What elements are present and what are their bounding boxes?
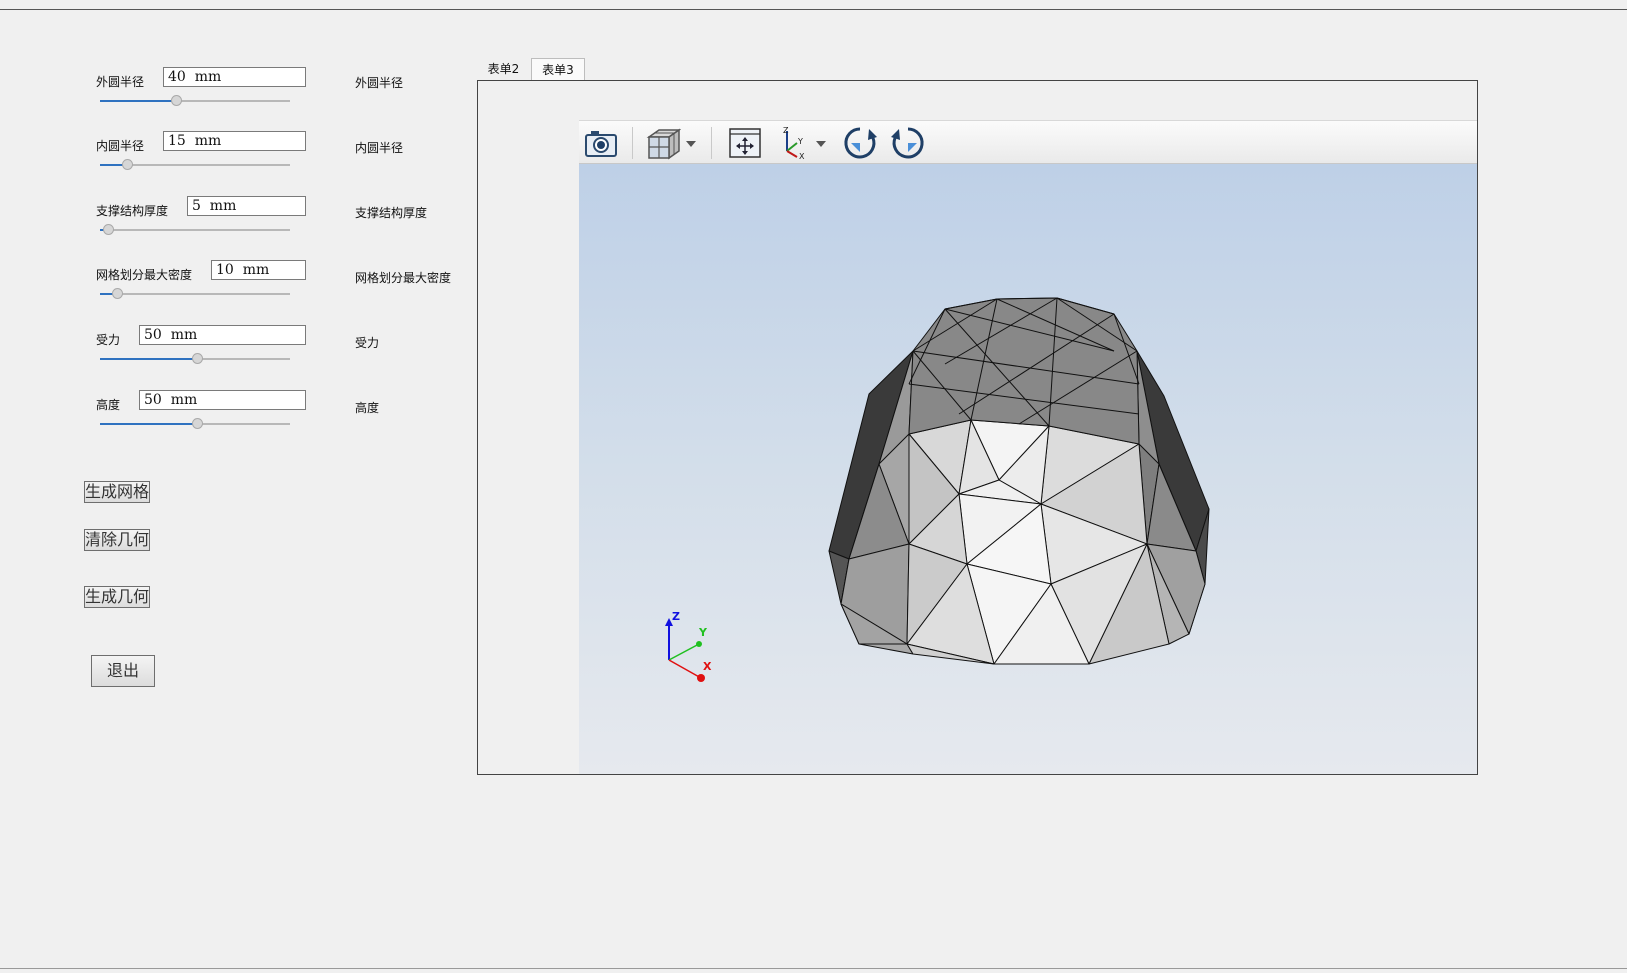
param-label: 高度 [96,398,121,412]
3d-viewer[interactable]: Z Y X Z Y X [579,120,1477,774]
side-label-outer-radius: 外圆半径 [355,76,404,90]
mesh-density-input[interactable]: 10 mm [211,260,306,280]
support-thickness-slider[interactable] [100,224,290,236]
3d-canvas[interactable]: Z Y X [579,164,1477,774]
height-input[interactable]: 50 mm [139,390,306,410]
param-row-force: 受力 50 mm [96,325,306,367]
svg-text:X: X [799,152,805,161]
rotate-counterclockwise-icon[interactable] [890,125,926,165]
tab-form3[interactable]: 表单3 [531,58,585,80]
height-slider[interactable] [100,418,290,430]
side-label-mesh-density: 网格划分最大密度 [355,271,452,285]
inner-radius-input[interactable]: 15 mm [163,131,306,151]
side-label-support-thickness: 支撑结构厚度 [355,206,428,220]
param-label: 支撑结构厚度 [96,204,169,218]
view-cube-icon[interactable] [645,125,682,165]
param-row-inner-radius: 内圆半径 15 mm [96,131,306,173]
param-label: 外圆半径 [96,75,145,89]
toolbar-separator [711,127,712,159]
generate-geometry-button[interactable]: 生成几何 [84,586,150,608]
camera-icon[interactable] [583,125,619,165]
clear-geometry-button[interactable]: 清除几何 [84,529,150,551]
rotate-clockwise-icon[interactable] [842,125,878,165]
exit-button[interactable]: 退出 [91,655,155,687]
param-label: 网格划分最大密度 [96,268,193,282]
generate-mesh-button[interactable]: 生成网格 [84,481,150,503]
slider-fill [100,423,197,425]
axis-triad: Z Y X [665,610,712,682]
slider-thumb[interactable] [191,418,203,429]
dropdown-arrow-icon[interactable] [815,135,827,154]
viewer-toolbar: Z Y X [579,120,1477,164]
top-border [0,9,1627,10]
slider-fill [100,100,176,102]
support-thickness-input[interactable]: 5 mm [187,196,306,216]
inner-radius-slider[interactable] [100,159,290,171]
tab-form2[interactable]: 表单2 [477,58,530,80]
param-row-support-thickness: 支撑结构厚度 5 mm [96,196,306,238]
param-row-height: 高度 50 mm [96,390,306,432]
force-input[interactable]: 50 mm [139,325,306,345]
outer-radius-slider[interactable] [100,95,290,107]
outer-radius-input[interactable]: 40 mm [163,67,306,87]
app-window: 外圆半径 40 mm 内圆半径 15 mm 支撑结构厚度 5 mm 网格划分最大… [0,0,1627,973]
slider-thumb[interactable] [121,159,133,170]
side-label-inner-radius: 内圆半径 [355,141,404,155]
slider-fill [100,358,197,360]
axis-z-label: Z [672,610,680,623]
bottom-border [0,968,1627,969]
side-label-force: 受力 [355,336,380,350]
slider-thumb[interactable] [191,353,203,364]
mesh-density-slider[interactable] [100,288,290,300]
slider-thumb[interactable] [171,95,182,106]
axis-y-label: Y [698,626,708,639]
fit-view-icon[interactable] [727,125,763,165]
axes-orientation-icon[interactable]: Z Y X [777,125,813,165]
slider-thumb[interactable] [102,224,114,235]
param-row-mesh-density: 网格划分最大密度 10 mm [96,260,306,302]
svg-text:Y: Y [797,137,803,146]
dropdown-arrow-icon[interactable] [685,135,697,154]
force-slider[interactable] [100,353,290,365]
slider-thumb[interactable] [112,288,124,299]
param-row-outer-radius: 外圆半径 40 mm [96,67,306,109]
slider-track [100,293,290,295]
param-label: 受力 [96,333,121,347]
toolbar-separator [632,127,633,159]
svg-text:Z: Z [783,126,789,135]
axis-x-label: X [703,660,712,673]
side-label-height: 高度 [355,401,380,415]
param-label: 内圆半径 [96,139,145,153]
slider-track [100,229,290,231]
